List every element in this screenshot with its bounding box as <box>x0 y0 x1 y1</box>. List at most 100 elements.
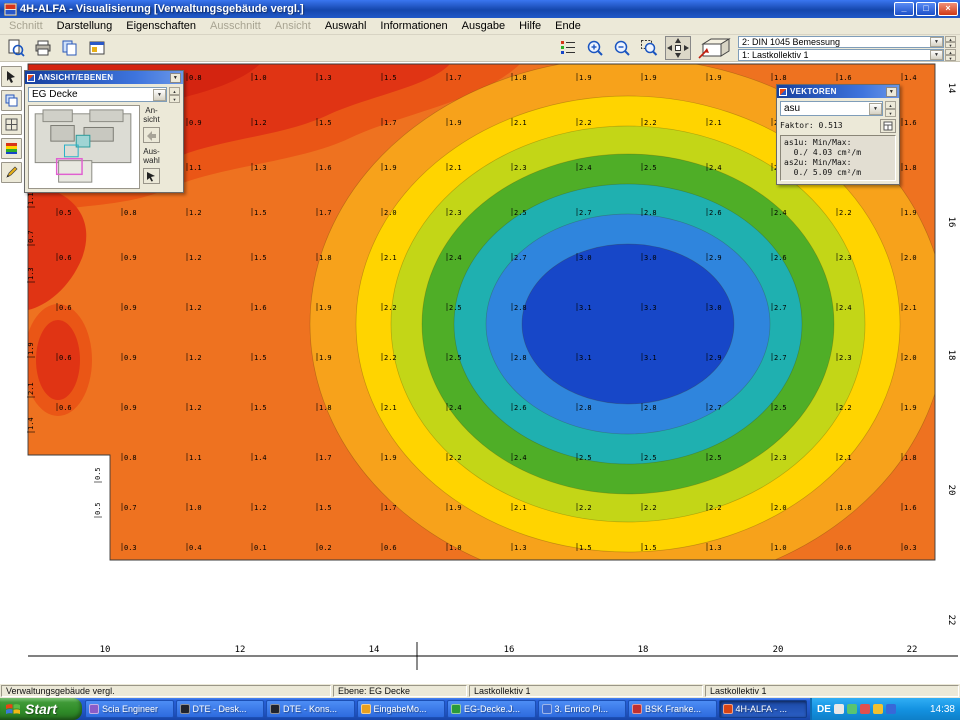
pointer-icon[interactable] <box>1 66 22 87</box>
svg-text:0.7: 0.7 <box>27 230 35 243</box>
menu-item-eigenschaften[interactable]: Eigenschaften <box>119 19 203 33</box>
menu-item-ausschnitt[interactable]: Ausschnitt <box>203 19 268 33</box>
status-loadcase-2: Lastkollektiv 1 <box>705 685 959 697</box>
menu-item-hilfe[interactable]: Hilfe <box>512 19 548 33</box>
chevron-down-icon[interactable]: ▼ <box>930 37 943 47</box>
task-button[interactable]: BSK Franke... <box>628 700 717 718</box>
spin-down-icon[interactable]: ▼ <box>945 42 956 48</box>
task-button[interactable]: 4H-ALFA - ... <box>719 700 808 718</box>
pan-icon[interactable] <box>663 35 693 61</box>
chevron-down-icon[interactable]: ▼ <box>153 89 166 101</box>
print-icon[interactable] <box>30 36 55 60</box>
svg-text:2.1: 2.1 <box>384 404 397 412</box>
mesh-icon[interactable] <box>1 114 22 135</box>
task-button[interactable]: DTE - Kons... <box>266 700 355 718</box>
update-icon[interactable] <box>873 704 883 714</box>
windows-logo-icon <box>5 702 21 716</box>
network-icon[interactable] <box>886 704 896 714</box>
task-button[interactable]: 3. Enrico Pi... <box>538 700 627 718</box>
menu-item-ende[interactable]: Ende <box>548 19 588 33</box>
task-button[interactable]: EG-Decke.J... <box>447 700 536 718</box>
window-title: 4H-ALFA - Visualisierung [Verwaltungsgeb… <box>20 3 892 15</box>
chevron-down-icon[interactable]: ▼ <box>930 50 943 60</box>
layers-icon[interactable] <box>1 90 22 111</box>
design-select[interactable]: 2: DIN 1045 Bemessung ▼ <box>738 36 944 48</box>
menu-item-ausgabe[interactable]: Ausgabe <box>455 19 512 33</box>
panel-icon <box>27 74 35 82</box>
level-select[interactable]: EG Decke ▼ <box>28 87 167 102</box>
minimize-button[interactable]: _ <box>894 2 914 16</box>
title-bar[interactable]: 4H-ALFA - Visualisierung [Verwaltungsgeb… <box>0 0 960 18</box>
floor-plan-thumbnail[interactable] <box>28 105 140 189</box>
svg-text:2.6: 2.6 <box>514 404 527 412</box>
quantity-select[interactable]: asu ▼ <box>780 101 883 116</box>
svg-text:1.8: 1.8 <box>514 74 527 82</box>
selection-button[interactable] <box>143 168 160 184</box>
recalc-factor-button[interactable] <box>880 119 896 133</box>
zoom-in-icon[interactable] <box>582 36 607 60</box>
svg-text:2.4: 2.4 <box>449 254 462 262</box>
svg-text:2.4: 2.4 <box>449 404 462 412</box>
start-button[interactable]: Start <box>0 698 82 720</box>
svg-text:14: 14 <box>369 645 380 655</box>
svg-text:1.9: 1.9 <box>384 164 397 172</box>
menu-item-ansicht[interactable]: Ansicht <box>268 19 318 33</box>
spin-down-icon[interactable]: ▼ <box>885 109 896 117</box>
svg-text:18: 18 <box>946 350 956 361</box>
svg-text:2.2: 2.2 <box>384 354 397 362</box>
zoom-window-icon[interactable] <box>636 36 661 60</box>
svg-text:2.2: 2.2 <box>644 119 657 127</box>
vektoren-panel-titlebar[interactable]: VEKTOREN ▼ <box>777 85 899 98</box>
menu-item-schnitt[interactable]: Schnitt <box>2 19 50 33</box>
chevron-down-icon[interactable]: ▼ <box>869 103 882 115</box>
svg-text:2.1: 2.1 <box>384 254 397 262</box>
svg-text:2.3: 2.3 <box>514 164 527 172</box>
view-3d-icon[interactable] <box>695 35 737 61</box>
svg-text:1.8: 1.8 <box>904 454 917 462</box>
loadcase-select[interactable]: 1: Lastkollektiv 1 ▼ <box>738 49 944 61</box>
menu-item-informationen[interactable]: Informationen <box>373 19 454 33</box>
maximize-button[interactable]: □ <box>916 2 936 16</box>
zoom-out-icon[interactable] <box>609 36 634 60</box>
svg-text:1.1: 1.1 <box>189 454 202 462</box>
loadcase-spinner[interactable]: ▲ ▼ <box>945 49 956 61</box>
auswahl-label: wahl <box>143 157 159 165</box>
antivirus-icon[interactable] <box>860 704 870 714</box>
panel-collapse-icon[interactable]: ▼ <box>170 73 181 83</box>
task-button[interactable]: Scia Engineer <box>85 700 174 718</box>
apply-view-button[interactable] <box>143 127 160 143</box>
spin-up-icon[interactable]: ▲ <box>885 101 896 109</box>
panel-collapse-icon[interactable]: ▼ <box>886 87 897 97</box>
spin-down-icon[interactable]: ▼ <box>945 55 956 61</box>
task-button[interactable]: EingabeMo... <box>357 700 446 718</box>
pen-icon[interactable] <box>1 162 22 183</box>
svg-text:1.6: 1.6 <box>904 504 917 512</box>
task-button[interactable]: DTE - Desk... <box>176 700 265 718</box>
svg-text:1.8: 1.8 <box>839 504 852 512</box>
svg-text:20: 20 <box>946 485 956 496</box>
language-indicator[interactable]: DE <box>817 704 831 715</box>
design-spinner[interactable]: ▲ ▼ <box>945 36 956 48</box>
spin-up-icon[interactable]: ▲ <box>169 87 180 95</box>
shield-icon[interactable] <box>847 704 857 714</box>
menu-item-darstellung[interactable]: Darstellung <box>50 19 120 33</box>
window-view-icon[interactable] <box>84 36 109 60</box>
task-app-icon <box>451 704 461 714</box>
svg-text:2.7: 2.7 <box>774 354 787 362</box>
color-scale-icon[interactable] <box>1 138 22 159</box>
y-axis: 1416182022 <box>946 83 956 626</box>
faktor-value: Faktor: 0.513 <box>780 121 878 131</box>
legend-icon[interactable] <box>555 36 580 60</box>
print-preview-icon[interactable] <box>3 36 28 60</box>
ansicht-panel-titlebar[interactable]: ANSICHT/EBENEN ▼ <box>25 71 183 84</box>
minmax-readout: as1u: Min/Max: 0./ 4.03 cm²/m as2u: Min/… <box>780 135 896 181</box>
level-spinner[interactable]: ▲ ▼ <box>169 87 180 103</box>
volume-icon[interactable] <box>834 704 844 714</box>
copy-view-icon[interactable] <box>57 36 82 60</box>
spin-down-icon[interactable]: ▼ <box>169 95 180 103</box>
close-button[interactable]: × <box>938 2 958 16</box>
svg-text:1.4: 1.4 <box>254 454 267 462</box>
quantity-spinner[interactable]: ▲ ▼ <box>885 101 896 117</box>
menu-item-auswahl[interactable]: Auswahl <box>318 19 374 33</box>
main-toolbar: 2: DIN 1045 Bemessung ▼ ▲ ▼ 1: Lastkolle… <box>0 35 960 62</box>
